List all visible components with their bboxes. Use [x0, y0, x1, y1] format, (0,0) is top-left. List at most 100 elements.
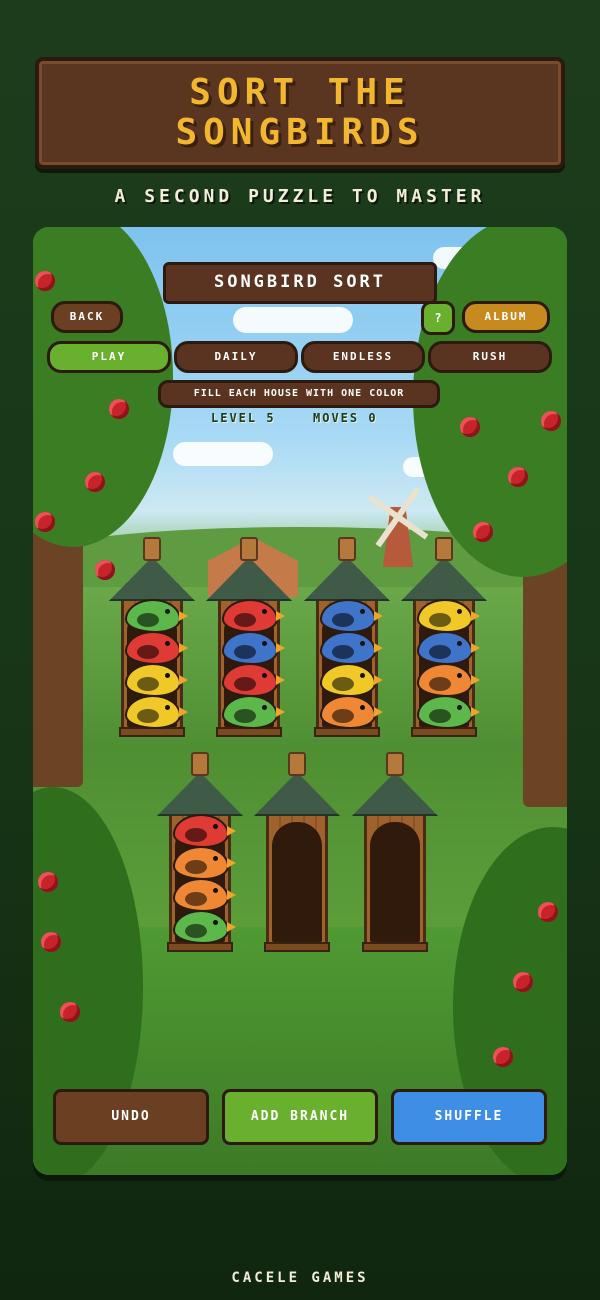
subtitle: A SECOND PUZZLE TO MASTER — [114, 186, 486, 207]
birdhouse-roof — [206, 557, 292, 601]
bird-orange[interactable] — [173, 846, 236, 880]
bird-green[interactable] — [417, 695, 480, 729]
album-button[interactable]: ALBUM — [462, 301, 550, 333]
tab-daily[interactable]: DAILY — [174, 341, 298, 373]
bird-wing — [185, 828, 207, 842]
bird-red[interactable] — [173, 814, 236, 848]
birdhouse[interactable] — [206, 537, 292, 747]
apple — [41, 932, 61, 952]
birdhouse-peg — [288, 752, 306, 776]
bird-blue[interactable] — [222, 631, 285, 665]
footer-credit: CACELE GAMES — [231, 1270, 369, 1286]
bird-blue[interactable] — [417, 631, 480, 665]
bird-red[interactable] — [222, 599, 285, 633]
bird-beak — [179, 707, 188, 717]
birdhouse[interactable] — [254, 752, 340, 962]
bird-beak — [227, 890, 236, 900]
apple — [35, 271, 55, 291]
bird-beak — [471, 643, 480, 653]
help-button[interactable]: ? — [421, 301, 455, 335]
bird-green[interactable] — [222, 695, 285, 729]
bird-beak — [227, 858, 236, 868]
bird-eye — [457, 609, 462, 614]
bird-eye — [165, 609, 170, 614]
apple — [538, 902, 558, 922]
bird-wing — [429, 709, 451, 723]
birdhouse-peg — [143, 537, 161, 561]
bird-wing — [234, 645, 256, 659]
tab-rush[interactable]: RUSH — [428, 341, 552, 373]
bird-beak — [179, 675, 188, 685]
bird-beak — [471, 675, 480, 685]
bird-green[interactable] — [173, 910, 236, 944]
bird-eye — [213, 920, 218, 925]
bird-yellow[interactable] — [320, 663, 383, 697]
bird-wing — [429, 645, 451, 659]
title-line-1: SORT THE — [189, 72, 411, 113]
bird-wing — [137, 645, 159, 659]
bird-yellow[interactable] — [417, 599, 480, 633]
birdhouse-roof — [109, 557, 195, 601]
title-banner: SORT THE SONGBIRDS — [35, 57, 565, 169]
bird-beak — [227, 922, 236, 932]
bird-yellow[interactable] — [125, 695, 188, 729]
birdhouse[interactable] — [352, 752, 438, 962]
apple — [513, 972, 533, 992]
add-branch-button[interactable]: ADD BRANCH — [222, 1089, 378, 1145]
bird-eye — [213, 824, 218, 829]
apple — [85, 472, 105, 492]
tab-endless[interactable]: ENDLESS — [301, 341, 425, 373]
apple — [541, 411, 561, 431]
birdhouse[interactable] — [401, 537, 487, 747]
birdhouse-peg — [386, 752, 404, 776]
birdhouse-base — [264, 942, 330, 952]
birdhouse-roof — [254, 772, 340, 816]
bird-wing — [234, 613, 256, 627]
bird-wing — [429, 613, 451, 627]
bird-beak — [227, 826, 236, 836]
birdhouse-roof — [401, 557, 487, 601]
bird-yellow[interactable] — [125, 663, 188, 697]
bird-wing — [234, 677, 256, 691]
bird-beak — [471, 611, 480, 621]
birdhouse-peg — [435, 537, 453, 561]
bird-eye — [213, 856, 218, 861]
birdhouse[interactable] — [109, 537, 195, 747]
tab-play[interactable]: PLAY — [47, 341, 171, 373]
birdhouse[interactable] — [157, 752, 243, 962]
bird-red[interactable] — [125, 631, 188, 665]
apple — [35, 512, 55, 532]
apple — [95, 560, 115, 580]
bird-eye — [262, 609, 267, 614]
bird-green[interactable] — [125, 599, 188, 633]
bird-beak — [374, 707, 383, 717]
bird-orange[interactable] — [320, 695, 383, 729]
bird-eye — [457, 641, 462, 646]
undo-button[interactable]: UNDO — [53, 1089, 209, 1145]
apple — [508, 467, 528, 487]
birdhouse-opening — [272, 822, 322, 942]
back-button[interactable]: BACK — [51, 301, 123, 333]
bird-beak — [471, 707, 480, 717]
tree-trunk — [523, 547, 567, 807]
bird-eye — [262, 705, 267, 710]
bird-beak — [276, 611, 285, 621]
bird-orange[interactable] — [417, 663, 480, 697]
bird-wing — [332, 645, 354, 659]
apple — [493, 1047, 513, 1067]
bird-wing — [332, 709, 354, 723]
birdhouse[interactable] — [304, 537, 390, 747]
bird-wing — [137, 677, 159, 691]
bird-wing — [429, 677, 451, 691]
bird-eye — [360, 705, 365, 710]
birdhouse-peg — [338, 537, 356, 561]
bird-eye — [165, 705, 170, 710]
bird-eye — [165, 673, 170, 678]
bird-red[interactable] — [222, 663, 285, 697]
bird-blue[interactable] — [320, 631, 383, 665]
bird-orange[interactable] — [173, 878, 236, 912]
bird-blue[interactable] — [320, 599, 383, 633]
bird-beak — [374, 611, 383, 621]
shuffle-button[interactable]: SHUFFLE — [391, 1089, 547, 1145]
game-frame: SONGBIRD SORT BACK ? ALBUM PLAY DAILY EN… — [33, 227, 567, 1175]
